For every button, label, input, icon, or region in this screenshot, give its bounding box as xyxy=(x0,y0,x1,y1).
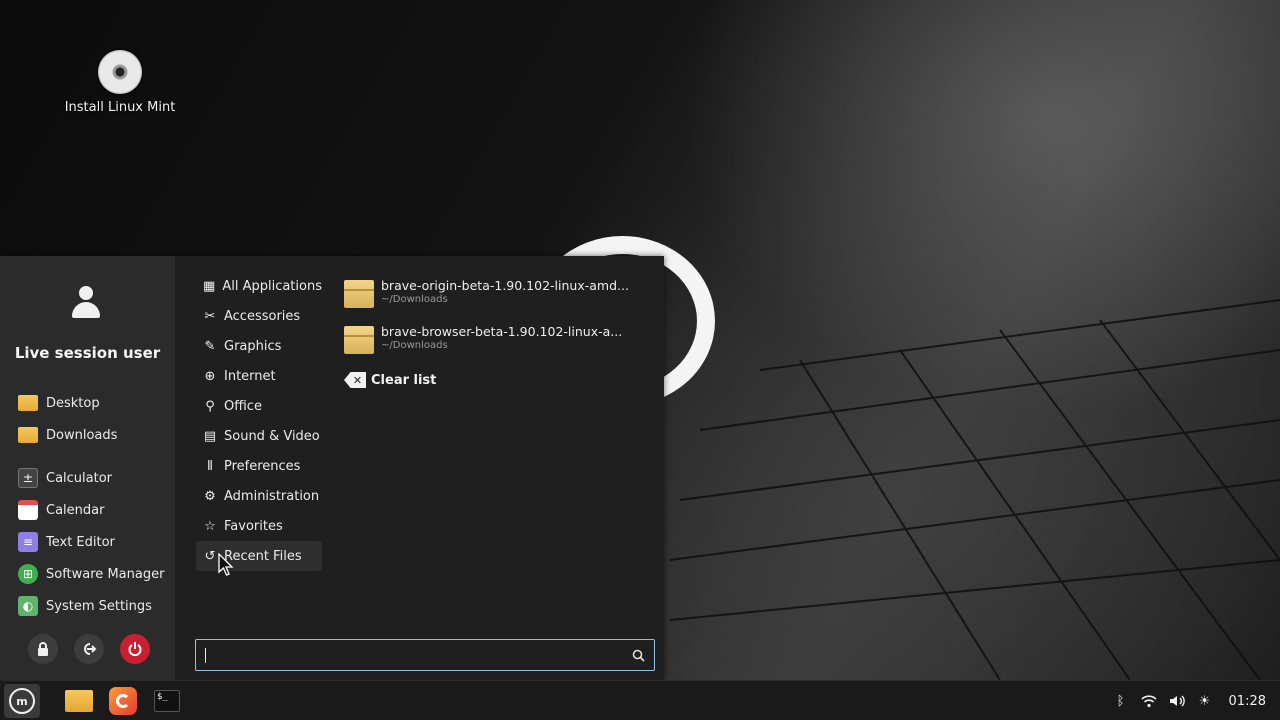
search-icon[interactable] xyxy=(629,646,647,664)
desktop-icon-label: Install Linux Mint xyxy=(64,100,176,115)
category-label: Sound & Video xyxy=(224,428,320,444)
power-icon xyxy=(128,642,142,657)
category-preferences[interactable]: ⫴ Preferences xyxy=(196,451,322,481)
palette-icon: ✎ xyxy=(204,338,216,354)
text-caret xyxy=(205,648,206,663)
category-favorites[interactable]: ☆ Favorites xyxy=(196,511,322,541)
logout-button[interactable] xyxy=(74,634,104,664)
folder-icon xyxy=(18,425,38,445)
fav-label: Text Editor xyxy=(46,534,115,550)
user-avatar-icon[interactable] xyxy=(70,286,102,320)
gear-icon: ⚙ xyxy=(204,488,216,504)
mouse-pointer-icon xyxy=(218,553,234,576)
calculator-icon: ± xyxy=(18,468,38,488)
recent-files-list: brave-origin-beta-1.90.102-linux-amd... … xyxy=(344,278,644,388)
grid-icon: ▦ xyxy=(203,278,216,294)
taskbar-firefox[interactable] xyxy=(106,685,140,717)
firefox-icon xyxy=(109,687,137,715)
category-internet[interactable]: ⊕ Internet xyxy=(196,361,322,391)
lock-button[interactable] xyxy=(28,634,58,664)
package-icon xyxy=(344,280,374,308)
fav-calculator[interactable]: ± Calculator xyxy=(18,462,164,494)
place-downloads[interactable]: Downloads xyxy=(18,419,117,451)
category-label: Graphics xyxy=(224,338,282,354)
category-accessories[interactable]: ✂ Accessories xyxy=(196,301,322,331)
category-recent-files[interactable]: ↺ Recent Files xyxy=(196,541,322,571)
search-input[interactable] xyxy=(196,640,654,670)
fav-system-settings[interactable]: ◐ System Settings xyxy=(18,590,164,622)
application-menu: Live session user Desktop Downloads ± Ca… xyxy=(0,256,664,680)
taskbar-terminal[interactable]: $_ xyxy=(150,685,184,717)
sliders-icon: ⫴ xyxy=(207,458,213,474)
fav-label: Calculator xyxy=(46,470,113,486)
desktop-icon-install-mint[interactable]: Install Linux Mint xyxy=(60,50,180,115)
recent-file-path: ~/Downloads xyxy=(381,340,448,351)
taskbar-files[interactable] xyxy=(62,685,96,717)
recent-file-item[interactable]: brave-origin-beta-1.90.102-linux-amd... … xyxy=(344,278,644,324)
place-label: Downloads xyxy=(46,427,118,443)
clear-list-label: Clear list xyxy=(371,372,437,388)
category-administration[interactable]: ⚙ Administration xyxy=(196,481,322,511)
recent-file-name: brave-browser-beta-1.90.102-linux-a... xyxy=(381,324,623,339)
bluetooth-icon[interactable]: ᛒ xyxy=(1113,693,1129,709)
history-icon: ↺ xyxy=(204,548,216,564)
calendar-icon xyxy=(18,500,38,520)
software-manager-icon: ⊞ xyxy=(18,564,38,584)
lock-icon xyxy=(38,642,48,656)
category-list: ▦ All Applications ✂ Accessories ✎ Graph… xyxy=(196,271,322,571)
tools-icon: ✂ xyxy=(204,308,216,324)
disc-icon xyxy=(98,50,142,94)
taskbar: m $_ ᛒ ☀ 01:28 xyxy=(0,680,1280,720)
category-label: All Applications xyxy=(222,278,322,294)
category-label: Office xyxy=(224,398,262,414)
fav-text-editor[interactable]: ≡ Text Editor xyxy=(18,526,164,558)
recent-file-item[interactable]: brave-browser-beta-1.90.102-linux-a... ~… xyxy=(344,324,644,370)
folder-icon xyxy=(18,393,38,413)
category-label: Accessories xyxy=(224,308,301,324)
volume-icon[interactable] xyxy=(1169,693,1185,709)
menu-sidebar: Live session user Desktop Downloads ± Ca… xyxy=(0,256,175,680)
globe-icon: ⊕ xyxy=(204,368,216,384)
film-icon: ▤ xyxy=(203,428,217,444)
recent-file-path: ~/Downloads xyxy=(381,294,448,305)
fav-label: Software Manager xyxy=(46,566,165,582)
terminal-icon: $_ xyxy=(154,690,180,712)
category-sound-video[interactable]: ▤ Sound & Video xyxy=(196,421,322,451)
clear-icon: ✕ xyxy=(344,372,366,388)
category-label: Internet xyxy=(224,368,276,384)
place-label: Desktop xyxy=(46,395,100,411)
text-editor-icon: ≡ xyxy=(18,532,38,552)
category-label: Preferences xyxy=(224,458,301,474)
mint-logo-icon: m xyxy=(9,688,35,714)
category-all-applications[interactable]: ▦ All Applications xyxy=(196,271,322,301)
category-graphics[interactable]: ✎ Graphics xyxy=(196,331,322,361)
wifi-icon[interactable] xyxy=(1140,693,1157,709)
place-desktop[interactable]: Desktop xyxy=(18,387,117,419)
folder-icon xyxy=(65,690,93,712)
recent-file-name: brave-origin-beta-1.90.102-linux-amd... xyxy=(381,278,629,293)
category-label: Administration xyxy=(224,488,320,504)
fav-software-manager[interactable]: ⊞ Software Manager xyxy=(18,558,164,590)
fav-label: System Settings xyxy=(46,598,152,614)
system-tray: ᛒ ☀ 01:28 xyxy=(1113,681,1266,720)
brightness-icon[interactable]: ☀ xyxy=(1197,693,1213,709)
paperclip-icon: ⚲ xyxy=(205,398,215,414)
fav-calendar[interactable]: Calendar xyxy=(18,494,164,526)
system-settings-icon: ◐ xyxy=(18,596,38,616)
search-box xyxy=(195,639,655,671)
session-buttons xyxy=(28,634,150,664)
logout-icon xyxy=(84,643,97,655)
places-list: Desktop Downloads xyxy=(18,387,117,451)
clear-list-button[interactable]: ✕ Clear list xyxy=(344,372,644,388)
category-label: Favorites xyxy=(224,518,283,534)
user-name: Live session user xyxy=(14,344,161,362)
category-office[interactable]: ⚲ Office xyxy=(196,391,322,421)
power-button[interactable] xyxy=(120,634,150,664)
fav-label: Calendar xyxy=(46,502,105,518)
clock[interactable]: 01:28 xyxy=(1229,694,1266,709)
package-icon xyxy=(344,326,374,354)
star-icon: ☆ xyxy=(204,518,216,534)
menu-button[interactable]: m xyxy=(4,684,40,718)
favorite-apps-list: ± Calculator Calendar ≡ Text Editor ⊞ So… xyxy=(18,462,164,622)
